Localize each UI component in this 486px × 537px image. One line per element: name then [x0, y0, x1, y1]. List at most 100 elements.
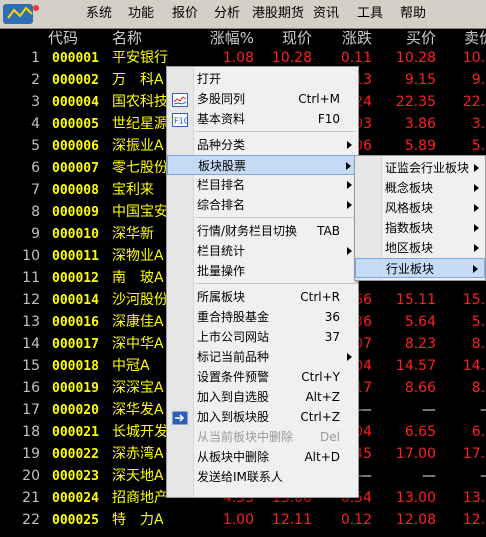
- stock-name: 国农科技: [112, 94, 168, 110]
- ask-cell: 12.1: [462, 512, 486, 528]
- table-row[interactable]: 22 000025 特 力A 1.00 12.11 0.12 12.08 12.1: [0, 510, 486, 532]
- menu-function[interactable]: 功能: [128, 6, 154, 22]
- row-index: 21: [22, 490, 40, 506]
- ask-cell: 9.1: [471, 72, 486, 88]
- bid-cell: 12.08: [395, 512, 436, 528]
- menu-separator: [195, 217, 356, 218]
- stock-code: 000007: [52, 161, 99, 176]
- menu-item[interactable]: 品种分类: [167, 135, 358, 155]
- stock-code: 000008: [52, 183, 99, 198]
- price-cell: 12.11: [271, 512, 312, 528]
- row-index: 15: [22, 358, 40, 374]
- menu-item[interactable]: 加入到板块股 Ctrl+Z: [167, 407, 358, 427]
- stock-code: 000022: [52, 447, 99, 462]
- menu-item[interactable]: 打开: [167, 69, 358, 89]
- row-index: 13: [22, 314, 40, 330]
- header-name[interactable]: 名称: [112, 30, 142, 47]
- menu-separator: [195, 131, 356, 132]
- submenu-item[interactable]: 证监会行业板块: [355, 158, 485, 178]
- menu-item[interactable]: 设置条件预警 Ctrl+Y: [167, 367, 358, 387]
- submenu-arrow-icon: [347, 353, 352, 361]
- menu-item: 从当前板块中删除 Del: [167, 427, 358, 447]
- stock-name: 深华新: [112, 226, 154, 242]
- submenu-item[interactable]: 风格板块: [355, 198, 485, 218]
- bid-cell: 14.57: [395, 358, 436, 374]
- row-index: 11: [22, 270, 40, 286]
- menu-analysis[interactable]: 分析: [214, 6, 240, 22]
- menu-item-label: 从板块中删除: [197, 450, 270, 464]
- stock-code: 000023: [52, 469, 99, 484]
- menu-item[interactable]: 上市公司网站 37: [167, 327, 358, 347]
- stock-code: 000017: [52, 337, 99, 352]
- menu-item-label: 从当前板块中删除: [197, 430, 294, 444]
- menu-item-shortcut: 37: [324, 330, 340, 344]
- menu-item[interactable]: F10 基本资料 F10: [167, 109, 358, 129]
- menu-item-label: 品种分类: [197, 138, 246, 152]
- submenu-arrow-icon: [474, 204, 479, 212]
- menu-item[interactable]: 行情/财务栏目切换 TAB: [167, 221, 358, 241]
- stock-name: 深赤湾A: [112, 446, 164, 462]
- stock-name: 招商地产: [112, 490, 168, 506]
- ask-cell: 15.1: [462, 292, 486, 308]
- bid-cell: 9.15: [404, 72, 436, 88]
- header-ask[interactable]: 卖价: [464, 30, 486, 47]
- row-index: 12: [22, 292, 40, 308]
- header-price[interactable]: 现价: [282, 30, 312, 47]
- ask-cell: 6.6: [471, 424, 486, 440]
- row-index: 9: [31, 226, 40, 242]
- menu-item-label: 栏目排名: [197, 178, 246, 192]
- menu-system[interactable]: 系统: [86, 6, 112, 22]
- menu-item[interactable]: 多股同列 Ctrl+M: [167, 89, 358, 109]
- menu-help[interactable]: 帮助: [400, 6, 426, 22]
- row-index: 22: [22, 512, 40, 528]
- menu-item[interactable]: 加入到自选股 Alt+Z: [167, 387, 358, 407]
- submenu-item[interactable]: 行业板块: [355, 258, 485, 278]
- menu-item-label: 基本资料: [197, 112, 246, 126]
- submenu-item-label: 风格板块: [385, 201, 434, 215]
- submenu-item-label: 行业板块: [386, 262, 435, 276]
- submenu-item[interactable]: 指数板块: [355, 218, 485, 238]
- menu-hk-futures[interactable]: 港股期货: [252, 6, 304, 22]
- menu-item-shortcut: Ctrl+R: [300, 290, 340, 304]
- submenu-arrow-icon: [347, 141, 352, 149]
- menu-item-label: 设置条件预警: [197, 370, 270, 384]
- menu-item[interactable]: 批量操作: [167, 261, 358, 281]
- submenu-item[interactable]: 概念板块: [355, 178, 485, 198]
- stock-code: 000018: [52, 359, 99, 374]
- ask-cell: —: [480, 402, 486, 419]
- stock-name: 中冠A: [112, 358, 150, 374]
- ask-cell: 5.6: [471, 314, 486, 330]
- bid-cell: 8.66: [404, 380, 436, 396]
- submenu-item[interactable]: 地区板块: [355, 238, 485, 258]
- submenu-item-label: 地区板块: [385, 241, 434, 255]
- header-bid[interactable]: 买价: [406, 30, 436, 47]
- menu-news[interactable]: 资讯: [313, 6, 339, 22]
- menu-item[interactable]: 从板块中删除 Alt+D: [167, 447, 358, 467]
- header-code[interactable]: 代码: [48, 30, 78, 47]
- submenu-arrow-icon: [474, 224, 479, 232]
- menu-item-shortcut: F10: [317, 112, 340, 126]
- submenu-arrow-icon: [474, 244, 479, 252]
- menu-quote[interactable]: 报价: [172, 6, 198, 22]
- menu-item[interactable]: 标记当前品种: [167, 347, 358, 367]
- header-change-pct[interactable]: 涨幅%: [210, 30, 254, 47]
- stock-code: 000014: [52, 293, 99, 308]
- row-index: 20: [22, 468, 40, 484]
- menu-item-shortcut: 36: [324, 310, 340, 324]
- change-pct-cell: 1.08: [222, 50, 254, 66]
- row-index: 14: [22, 336, 40, 352]
- menu-item[interactable]: 板块股票: [167, 155, 358, 175]
- menu-item[interactable]: 重合持股基金 36: [167, 307, 358, 327]
- row-index: 2: [31, 72, 40, 88]
- menu-item[interactable]: 栏目统计: [167, 241, 358, 261]
- menu-item[interactable]: 所属板块 Ctrl+R: [167, 287, 358, 307]
- menu-item[interactable]: 栏目排名: [167, 175, 358, 195]
- menu-item[interactable]: 发送给IM联系人: [167, 467, 358, 487]
- menu-tools[interactable]: 工具: [357, 6, 383, 22]
- ask-cell: 22.3: [462, 94, 486, 110]
- header-change[interactable]: 涨跌: [342, 30, 372, 47]
- ask-cell: 3.8: [471, 116, 486, 132]
- ask-cell: —: [480, 468, 486, 485]
- menu-item[interactable]: 综合排名: [167, 195, 358, 215]
- stock-name: 深振业A: [112, 138, 164, 154]
